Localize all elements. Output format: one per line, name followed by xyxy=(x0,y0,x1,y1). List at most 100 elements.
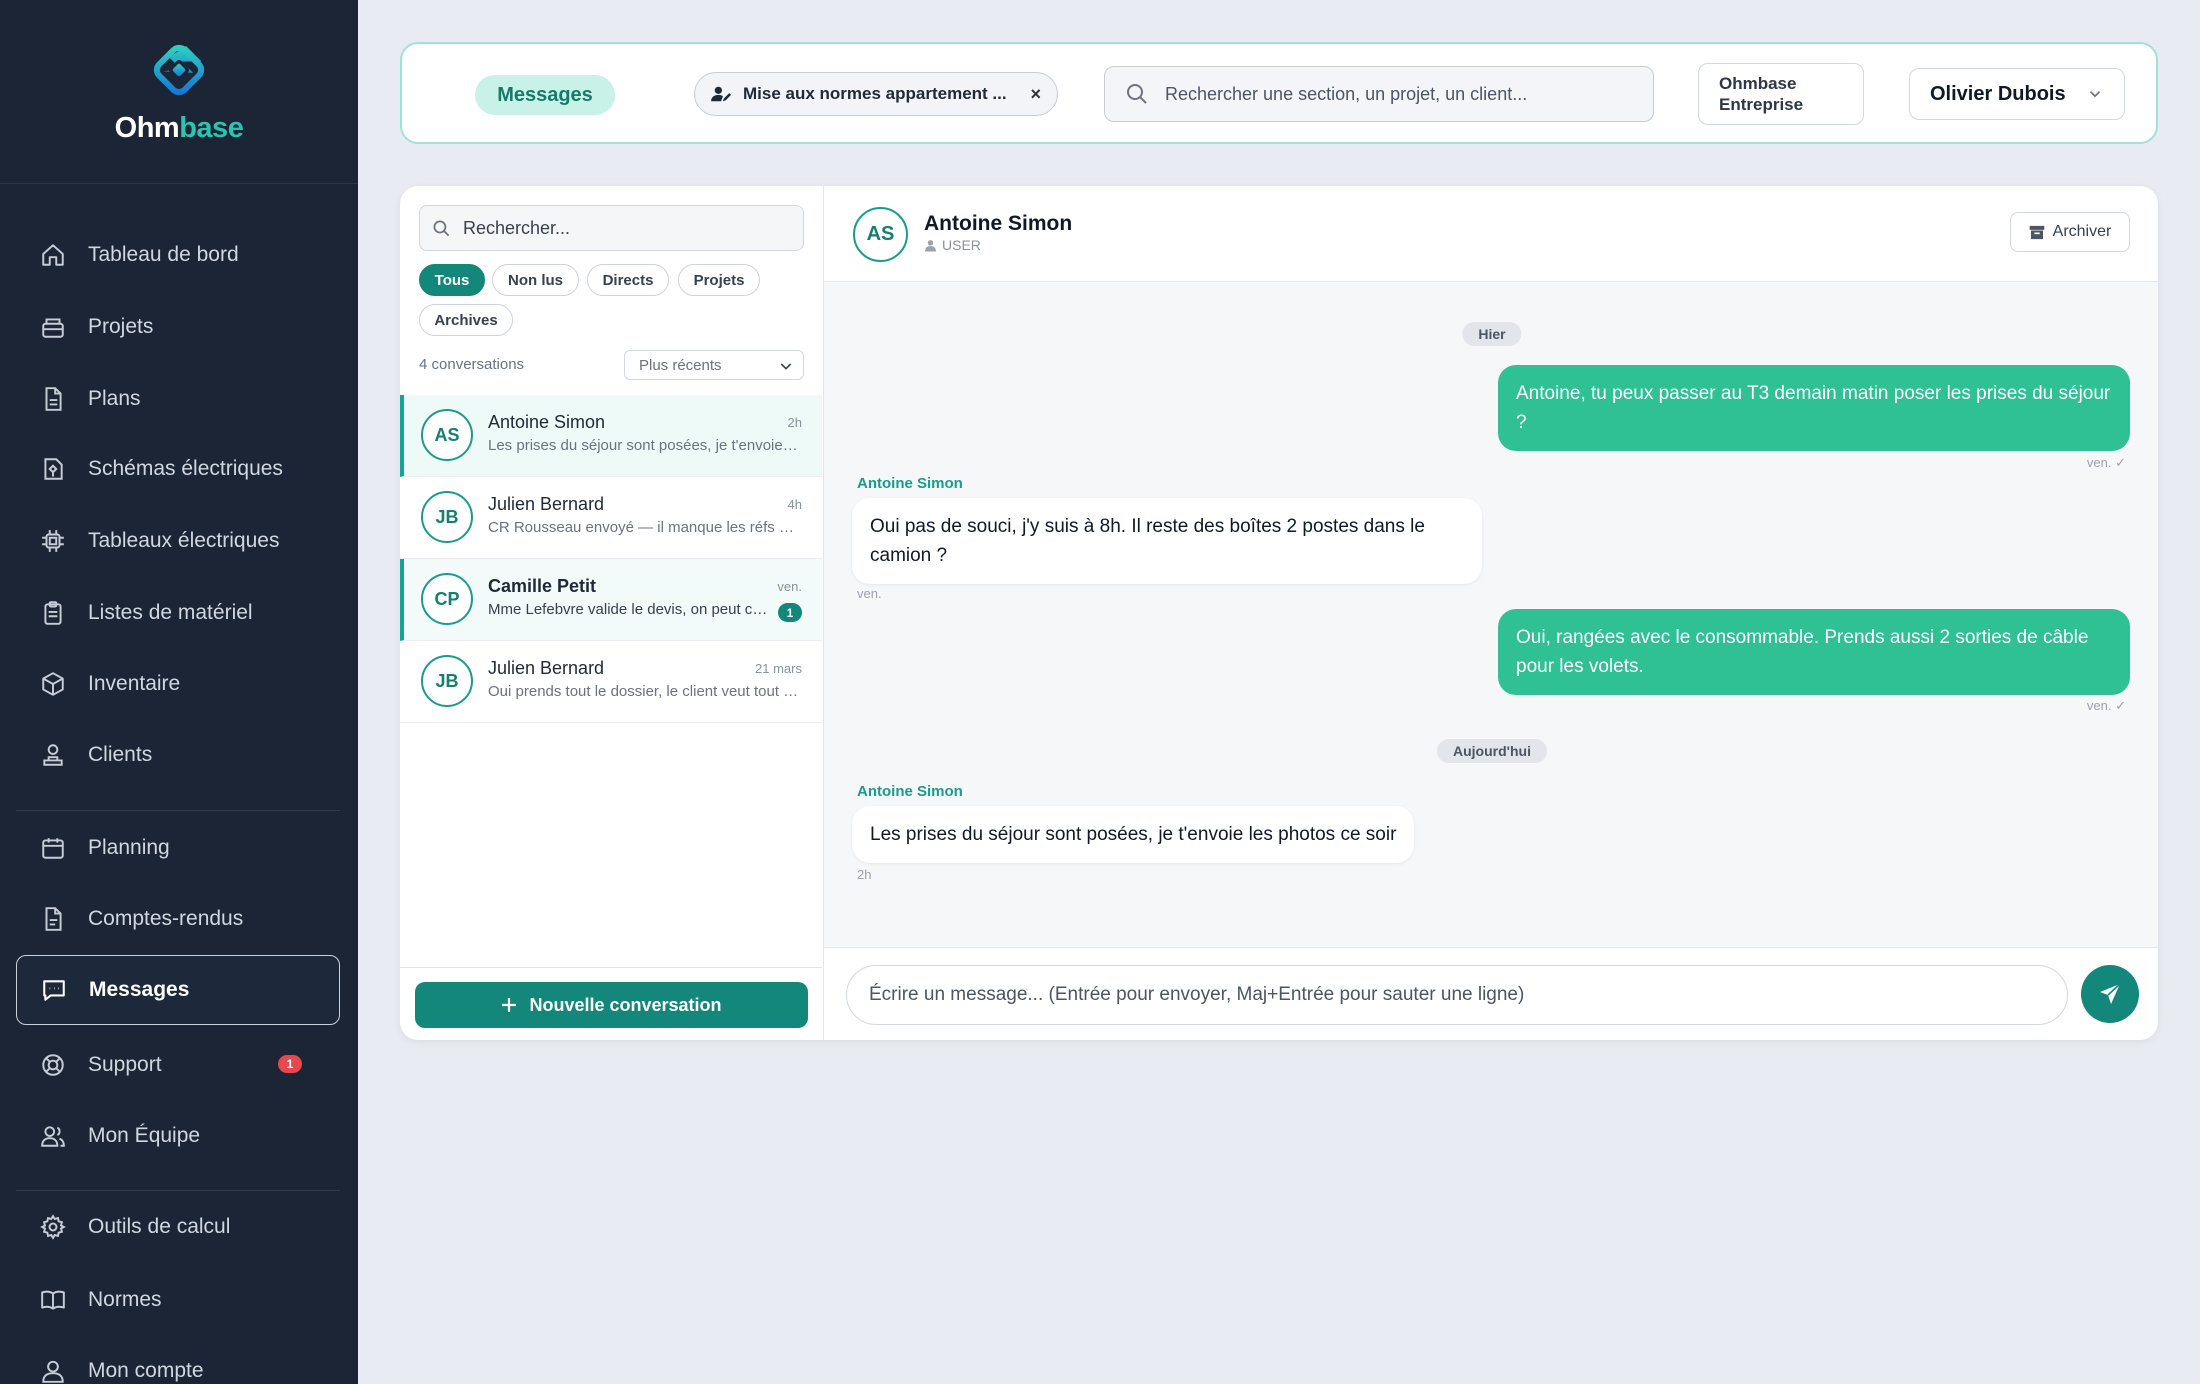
message-icon xyxy=(43,980,65,1001)
sidebar-item-outils-de-calcul[interactable]: Outils de calcul xyxy=(16,1192,340,1262)
message-input-placeholder: Écrire un message... (Entrée pour envoye… xyxy=(869,984,1525,1005)
clients-icon xyxy=(43,744,63,766)
message-composer: Écrire un message... (Entrée pour envoye… xyxy=(824,947,2158,1040)
lifebuoy-icon xyxy=(42,1054,64,1076)
chat-panel: AS Antoine Simon USER Archiver Hier Anto… xyxy=(824,186,2158,1040)
project-filter-chip[interactable]: Mise aux normes appartement ... × xyxy=(694,72,1058,116)
conversation-preview: Les prises du séjour sont posées, je t'e… xyxy=(488,437,800,454)
message-meta: ven. xyxy=(857,586,882,601)
support-badge: 1 xyxy=(278,1055,302,1073)
message-bubble-incoming: Les prises du séjour sont posées, je t'e… xyxy=(852,806,1415,863)
sidebar-item-messages[interactable]: Messages xyxy=(16,955,340,1025)
message-meta: ven. ✓ xyxy=(2086,698,2126,713)
filter-archives[interactable]: Archives xyxy=(419,304,513,336)
sidebar-divider xyxy=(16,810,340,811)
message-input[interactable]: Écrire un message... (Entrée pour envoye… xyxy=(846,965,2068,1025)
message-bubble-outgoing: Oui, rangées avec le consommable. Prends… xyxy=(1498,609,2130,695)
sidebar-item-label: Plans xyxy=(88,387,141,410)
sidebar-divider xyxy=(16,1190,340,1191)
conversation-name: Julien Bernard xyxy=(488,494,605,514)
filter-projets[interactable]: Projets xyxy=(678,264,760,296)
sidebar-item-inventaire[interactable]: Inventaire xyxy=(16,649,340,719)
conversation-name: Antoine Simon xyxy=(488,412,606,432)
sidebar-item-label: Tableaux électriques xyxy=(88,529,280,552)
company-type: Entreprise xyxy=(1719,95,1804,114)
message-meta: 2h xyxy=(857,867,872,882)
sidebar-item-label: Projets xyxy=(88,315,154,338)
home-icon xyxy=(42,244,64,266)
conversation-preview: Mme Lefebvre valide le devis, on peut co… xyxy=(488,601,774,618)
conversation-time: ven. xyxy=(777,579,802,594)
conversation-time: 4h xyxy=(787,497,802,512)
conversation-item[interactable]: JB Julien Bernard 21 mars Oui prends tou… xyxy=(400,641,822,723)
box-icon xyxy=(42,672,64,696)
conversation-panel: Rechercher... Tous Non lus Directs Proje… xyxy=(400,186,824,1040)
user-edit-icon xyxy=(711,86,732,102)
conversation-item[interactable]: AS Antoine Simon 2h Les prises du séjour… xyxy=(400,395,822,477)
document-icon xyxy=(45,907,62,931)
sidebar-item-label: Planning xyxy=(88,836,170,859)
conversation-search-placeholder: Rechercher... xyxy=(463,217,571,238)
sidebar-item-label: Clients xyxy=(88,743,153,766)
filter-non-lus[interactable]: Non lus xyxy=(492,264,579,296)
file-icon xyxy=(45,387,62,411)
brand-name-part2: base xyxy=(179,112,244,144)
sidebar-item-projets[interactable]: Projets xyxy=(16,292,340,362)
chat-header: AS Antoine Simon USER Archiver xyxy=(824,186,2158,282)
book-icon xyxy=(41,1290,65,1310)
sidebar-item-support[interactable]: Support 1 xyxy=(16,1030,340,1100)
archive-button[interactable]: Archiver xyxy=(2010,212,2130,252)
message-thread: Hier Antoine, tu peux passer au T3 demai… xyxy=(824,282,2158,947)
send-button[interactable] xyxy=(2081,965,2139,1023)
sidebar-item-tableaux-electriques[interactable]: Tableaux électriques xyxy=(16,506,340,576)
sidebar-item-comptes-rendus[interactable]: Comptes-rendus xyxy=(16,884,340,954)
sidebar-item-mon-equipe[interactable]: Mon Équipe xyxy=(16,1101,340,1171)
user-menu[interactable]: Olivier Dubois xyxy=(1909,68,2125,120)
sidebar-item-schemas-electriques[interactable]: Schémas électriques xyxy=(16,434,340,504)
day-separator: Hier xyxy=(1462,322,1522,346)
avatar: CP xyxy=(421,573,473,625)
sidebar-item-mon-compte[interactable]: Mon compte xyxy=(16,1336,340,1384)
day-separator: Aujourd'hui xyxy=(1437,739,1547,763)
sidebar-item-planning[interactable]: Planning xyxy=(16,813,340,883)
conversation-item[interactable]: CP Camille Petit ven. Mme Lefebvre valid… xyxy=(400,559,822,641)
sidebar-item-listes-de-materiel[interactable]: Listes de matériel xyxy=(16,578,340,648)
close-icon[interactable]: × xyxy=(1030,84,1041,105)
conversation-time: 21 mars xyxy=(755,661,802,676)
sidebar-item-normes[interactable]: Normes xyxy=(16,1265,340,1335)
filter-directs[interactable]: Directs xyxy=(587,264,669,296)
section-pill[interactable]: Messages xyxy=(475,75,615,115)
message-meta: ven. ✓ xyxy=(2086,455,2126,470)
conversation-item[interactable]: JB Julien Bernard 4h CR Rousseau envoyé … xyxy=(400,477,822,559)
role-label: USER xyxy=(942,237,981,253)
conversation-search-input[interactable]: Rechercher... xyxy=(419,205,804,251)
ohmbase-logo xyxy=(153,44,205,96)
sidebar-item-label: Listes de matériel xyxy=(88,601,253,624)
send-icon xyxy=(2100,983,2121,1004)
filter-tous[interactable]: Tous xyxy=(419,264,485,296)
global-search-input[interactable]: Rechercher une section, un projet, un cl… xyxy=(1104,66,1654,122)
plus-icon xyxy=(502,998,517,1012)
sidebar-item-tableau-de-bord[interactable]: Tableau de bord xyxy=(16,220,340,290)
new-conversation-button[interactable]: Nouvelle conversation xyxy=(415,982,808,1028)
sidebar-item-plans[interactable]: Plans xyxy=(16,364,340,434)
top-bar: Messages Mise aux normes appartement ...… xyxy=(400,42,2158,144)
message-bubble-outgoing: Antoine, tu peux passer au T3 demain mat… xyxy=(1498,365,2130,451)
team-icon xyxy=(41,1126,65,1147)
sort-select[interactable]: Plus récents xyxy=(624,350,804,380)
user-icon xyxy=(42,1360,64,1383)
project-chip-label: Mise aux normes appartement ... xyxy=(743,84,1007,103)
conversation-name: Julien Bernard xyxy=(488,658,605,678)
message-sender: Antoine Simon xyxy=(857,783,963,800)
conversation-list: AS Antoine Simon 2h Les prises du séjour… xyxy=(400,395,822,723)
company-switcher[interactable]: Ohmbase Entreprise xyxy=(1698,63,1864,125)
new-conversation-label: Nouvelle conversation xyxy=(529,994,722,1015)
company-name: Ohmbase xyxy=(1719,74,1797,93)
avatar: JB xyxy=(421,655,473,707)
gear-icon xyxy=(40,1214,66,1240)
sidebar-item-label: Comptes-rendus xyxy=(88,907,244,930)
archive-icon xyxy=(2029,225,2044,239)
search-icon xyxy=(433,220,450,236)
sidebar-item-clients[interactable]: Clients xyxy=(16,720,340,790)
archive-label: Archiver xyxy=(2052,223,2112,240)
